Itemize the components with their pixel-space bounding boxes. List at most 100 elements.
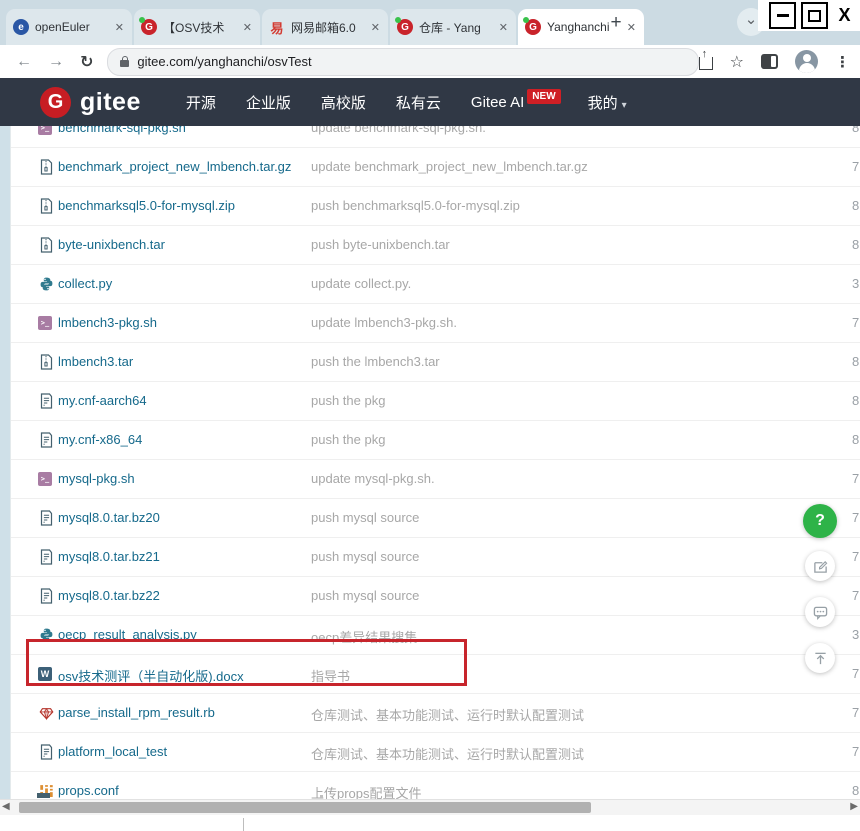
nav-item-4[interactable]: Gitee AINEW bbox=[471, 94, 558, 111]
bookmark-star-icon[interactable]: ☆ bbox=[730, 52, 744, 72]
file-name-link[interactable]: oecp_result_analysis.py bbox=[58, 627, 197, 642]
minimize-button[interactable] bbox=[769, 2, 796, 29]
python-file-icon bbox=[38, 276, 54, 292]
browser-tab-3[interactable]: 易 网易邮箱6.0 ✕ bbox=[262, 9, 388, 45]
commit-message-link[interactable]: push mysql source bbox=[311, 549, 419, 564]
tab-close-icon[interactable]: ✕ bbox=[370, 21, 381, 34]
file-name-link[interactable]: parse_install_rpm_result.rb bbox=[58, 705, 215, 720]
commit-message-link[interactable]: oecp差异结果搜集 bbox=[311, 627, 417, 646]
browser-tab-1[interactable]: e openEuler ✕ bbox=[6, 9, 132, 45]
scroll-right-icon[interactable]: ▶ bbox=[850, 801, 858, 812]
filetext-file-icon bbox=[38, 744, 54, 760]
file-row: my.cnf-x86_64 push the pkg 8 bbox=[11, 421, 860, 460]
tab-close-icon[interactable]: ✕ bbox=[498, 21, 509, 34]
tab-close-icon[interactable]: ✕ bbox=[242, 21, 253, 34]
clipped-row-icon bbox=[37, 793, 50, 798]
file-name-link[interactable]: my.cnf-aarch64 bbox=[58, 393, 147, 408]
close-window-button[interactable]: X bbox=[833, 4, 856, 27]
feedback-edit-button[interactable] bbox=[805, 551, 835, 581]
commit-message-link[interactable]: 指导书 bbox=[311, 666, 350, 685]
file-row: mysql8.0.tar.bz21 push mysql source 7 bbox=[11, 538, 860, 577]
url-omnibox[interactable]: gitee.com/yanghanchi/osvTest bbox=[107, 48, 698, 76]
commit-message-link[interactable]: 仓库测试、基本功能测试、运行时默认配置测试 bbox=[311, 705, 584, 724]
browser-tab-2[interactable]: G 【OSV技术 ✕ bbox=[134, 9, 260, 45]
commit-message-link[interactable]: push mysql source bbox=[311, 588, 419, 603]
minimize-icon bbox=[777, 14, 789, 17]
netease-favicon-icon: 易 bbox=[269, 19, 285, 35]
file-name-link[interactable]: byte-unixbench.tar bbox=[58, 237, 165, 252]
nav-item-2[interactable]: 高校版 bbox=[321, 92, 366, 113]
forward-button[interactable]: → bbox=[48, 53, 64, 71]
new-tab-button[interactable]: + bbox=[604, 11, 628, 35]
file-date-fragment: 7 bbox=[852, 159, 859, 174]
back-to-top-button[interactable] bbox=[805, 643, 835, 673]
page-left-margin bbox=[0, 126, 10, 799]
share-icon[interactable] bbox=[699, 57, 713, 70]
file-row: byte-unixbench.tar push byte-unixbench.t… bbox=[11, 226, 860, 265]
commit-message-link[interactable]: push benchmarksql5.0-for-mysql.zip bbox=[311, 198, 520, 213]
nav-item-0[interactable]: 开源 bbox=[186, 92, 216, 113]
file-row: benchmark_project_new_lmbench.tar.gz upd… bbox=[11, 148, 860, 187]
back-button[interactable]: ← bbox=[16, 53, 32, 71]
commit-message-link[interactable]: update collect.py. bbox=[311, 276, 411, 291]
nav-item-label: 我的 bbox=[588, 95, 618, 112]
gitee-logo[interactable]: G gitee bbox=[40, 87, 141, 118]
commit-message-link[interactable]: 仓库测试、基本功能测试、运行时默认配置测试 bbox=[311, 744, 584, 763]
browser-menu-icon[interactable]: ⋮ bbox=[835, 53, 850, 71]
file-row: mysql8.0.tar.bz22 push mysql source 7 bbox=[11, 577, 860, 616]
profile-avatar[interactable] bbox=[795, 50, 818, 73]
file-name-link[interactable]: mysql8.0.tar.bz22 bbox=[58, 588, 160, 603]
file-date-fragment: 8 bbox=[852, 354, 859, 369]
file-name-link[interactable]: my.cnf-x86_64 bbox=[58, 432, 142, 447]
file-name-link[interactable]: mysql-pkg.sh bbox=[58, 471, 135, 486]
commit-message-link[interactable]: push the pkg bbox=[311, 432, 385, 447]
horizontal-scrollbar[interactable]: ◀ ▶ bbox=[0, 799, 860, 816]
file-date-fragment: 8 bbox=[852, 198, 859, 213]
file-name-link[interactable]: mysql8.0.tar.bz21 bbox=[58, 549, 160, 564]
file-name-link[interactable]: collect.py bbox=[58, 276, 112, 291]
file-date-fragment: 7 bbox=[852, 510, 859, 525]
gitee-navbar: G gitee 开源 企业版 高校版 私有云 Gitee AINEW 我的▾ bbox=[0, 78, 860, 126]
tab-close-icon[interactable]: ✕ bbox=[114, 21, 125, 34]
nav-item-1[interactable]: 企业版 bbox=[246, 92, 291, 113]
file-name-link[interactable]: props.conf bbox=[58, 783, 119, 798]
browser-address-bar: ← → ↻ gitee.com/yanghanchi/osvTest ☆ ⋮ bbox=[0, 45, 860, 78]
file-row: >_ mysql-pkg.sh update mysql-pkg.sh. 7 bbox=[11, 460, 860, 499]
zip-file-icon bbox=[38, 159, 54, 175]
tab-title: 仓库 - Yang bbox=[419, 19, 492, 36]
nav-item-5[interactable]: 我的▾ bbox=[588, 92, 627, 113]
gitee-favicon-icon: G bbox=[525, 19, 541, 35]
file-name-link[interactable]: osv技术测评（半自动化版).docx bbox=[58, 666, 244, 685]
nav-item-label: Gitee AI bbox=[471, 94, 524, 111]
file-name-link[interactable]: mysql8.0.tar.bz20 bbox=[58, 510, 160, 525]
comment-button[interactable] bbox=[805, 597, 835, 627]
file-name-link[interactable]: platform_local_test bbox=[58, 744, 167, 759]
help-fab-button[interactable]: ? bbox=[803, 504, 837, 538]
arrow-up-icon bbox=[813, 651, 828, 666]
file-name-link[interactable]: benchmarksql5.0-for-mysql.zip bbox=[58, 198, 235, 213]
side-panel-icon[interactable] bbox=[761, 54, 778, 69]
file-name-link[interactable]: benchmark_project_new_lmbench.tar.gz bbox=[58, 159, 291, 174]
url-text: gitee.com/yanghanchi/osvTest bbox=[137, 54, 311, 69]
file-row: benchmarksql5.0-for-mysql.zip push bench… bbox=[11, 187, 860, 226]
commit-message-link[interactable]: update benchmark_project_new_lmbench.tar… bbox=[311, 159, 588, 174]
python-file-icon bbox=[38, 627, 54, 643]
file-row: mysql8.0.tar.bz20 push mysql source 7 bbox=[11, 499, 860, 538]
file-name-link[interactable]: lmbench3.tar bbox=[58, 354, 133, 369]
commit-message-link[interactable]: update lmbench3-pkg.sh. bbox=[311, 315, 457, 330]
commit-message-link[interactable]: push the pkg bbox=[311, 393, 385, 408]
nav-item-3[interactable]: 私有云 bbox=[396, 92, 441, 113]
scroll-left-icon[interactable]: ◀ bbox=[2, 801, 10, 812]
commit-message-link[interactable]: update mysql-pkg.sh. bbox=[311, 471, 435, 486]
browser-tab-4[interactable]: G 仓库 - Yang ✕ bbox=[390, 9, 516, 45]
commit-message-link[interactable]: push the lmbench3.tar bbox=[311, 354, 440, 369]
maximize-button[interactable] bbox=[801, 2, 828, 29]
commit-message-link[interactable]: push mysql source bbox=[311, 510, 419, 525]
commit-message-link[interactable]: push byte-unixbench.tar bbox=[311, 237, 450, 252]
scrollbar-thumb[interactable] bbox=[19, 802, 591, 813]
file-row: my.cnf-aarch64 push the pkg 8 bbox=[11, 382, 860, 421]
nav-item-label: 高校版 bbox=[321, 95, 366, 112]
file-date-fragment: 7 bbox=[852, 315, 859, 330]
reload-button[interactable]: ↻ bbox=[80, 52, 93, 72]
file-name-link[interactable]: lmbench3-pkg.sh bbox=[58, 315, 157, 330]
